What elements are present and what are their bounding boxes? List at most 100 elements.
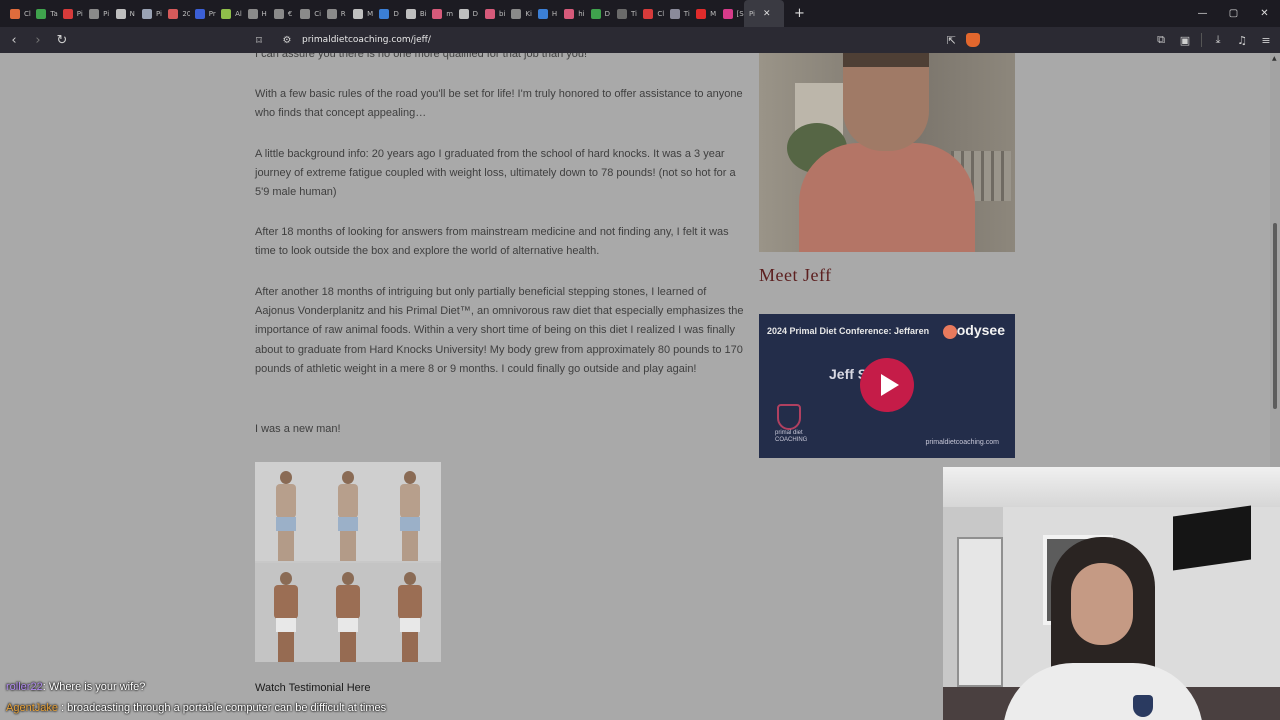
download-icon[interactable]: ⤓ xyxy=(1210,33,1226,47)
video-title[interactable]: 2024 Primal Diet Conference: Jeffaren xyxy=(767,326,929,336)
tab-label: Pi xyxy=(76,9,83,18)
tab-label: H xyxy=(261,9,267,18)
tab-favicon-icon xyxy=(10,8,20,19)
close-window-button[interactable]: ✕ xyxy=(1249,0,1280,27)
odysee-logo-icon xyxy=(943,325,957,339)
wallet-icon[interactable]: ▣ xyxy=(1177,34,1193,47)
chat-text: Where is your wife? xyxy=(48,681,146,693)
browser-tab[interactable]: 20 xyxy=(163,0,190,27)
tab-favicon-icon xyxy=(353,8,364,19)
tab-label: M xyxy=(367,9,374,18)
odysee-brand[interactable]: odysee xyxy=(957,322,1005,338)
browser-tab[interactable]: H xyxy=(533,0,559,27)
tab-favicon-icon xyxy=(62,8,73,19)
active-tab[interactable]: Pi ✕ xyxy=(743,0,784,27)
browser-tab[interactable]: Cl xyxy=(638,0,664,27)
tab-favicon-icon xyxy=(405,8,416,19)
forward-button[interactable]: › xyxy=(28,30,48,50)
tab-favicon-icon xyxy=(300,8,311,19)
media-icon[interactable]: ♫ xyxy=(1234,34,1250,47)
webcam-overlay xyxy=(943,467,1280,720)
bookmark-icon[interactable]: ⌑ xyxy=(250,34,268,47)
chat-username: AgentJake xyxy=(6,702,58,714)
primal-diet-logo-icon xyxy=(777,404,801,430)
site-info-icon[interactable]: ⚙ xyxy=(278,35,296,46)
tab-favicon-icon xyxy=(89,8,100,19)
share-icon[interactable]: ⇱ xyxy=(947,34,956,47)
tab-favicon-icon xyxy=(590,8,601,19)
article-paragraph: I can assure you there is no one more qu… xyxy=(255,53,588,60)
tab-label: Ta xyxy=(50,9,58,18)
watch-testimonial-link[interactable]: Watch Testimonial Here xyxy=(255,682,371,694)
maximize-button[interactable]: ▢ xyxy=(1218,0,1249,27)
browser-tab[interactable]: H xyxy=(243,0,269,27)
browser-tab[interactable]: N xyxy=(111,0,137,27)
browser-tab[interactable]: D xyxy=(454,0,480,27)
browser-tab[interactable]: M xyxy=(348,0,374,27)
minimize-button[interactable]: — xyxy=(1187,0,1218,27)
tab-favicon-icon xyxy=(432,8,443,19)
toolbar-divider xyxy=(1201,33,1202,47)
browser-tab[interactable]: R xyxy=(322,0,348,27)
tab-label: m xyxy=(446,9,454,18)
new-tab-button[interactable]: + xyxy=(794,6,810,21)
odysee-video-embed[interactable]: 2024 Primal Diet Conference: Jeffaren od… xyxy=(759,314,1015,458)
chat-separator: : xyxy=(57,702,68,714)
browser-tab[interactable]: Pi xyxy=(137,0,163,27)
tab-label: D xyxy=(472,9,479,18)
tab-label: Cl xyxy=(24,9,31,18)
tab-label: Cl xyxy=(657,9,665,18)
article-paragraph: After 18 months of looking for answers f… xyxy=(255,226,729,258)
tab-label: [S xyxy=(736,9,744,18)
brave-shield-icon[interactable] xyxy=(966,33,980,47)
browser-tab[interactable]: Bi xyxy=(401,0,427,27)
browser-tab[interactable]: hi xyxy=(559,0,585,27)
tab-favicon-icon xyxy=(485,8,496,19)
tab-label: Ti xyxy=(630,9,637,18)
menu-icon[interactable]: ≡ xyxy=(1258,34,1274,47)
browser-tab[interactable]: Ti xyxy=(665,0,691,27)
tab-label: Pi xyxy=(103,9,110,18)
scroll-up-icon[interactable]: ▲ xyxy=(1272,55,1278,62)
back-button[interactable]: ‹ xyxy=(4,30,24,50)
browser-tab[interactable]: [S xyxy=(718,0,744,27)
close-tab-icon[interactable]: ✕ xyxy=(763,9,771,19)
jeff-video-frame[interactable] xyxy=(759,53,1015,252)
browser-tab[interactable]: Ti xyxy=(612,0,638,27)
tab-favicon-icon xyxy=(722,8,733,19)
browser-tab[interactable]: bi xyxy=(480,0,506,27)
browser-tab[interactable]: Ci xyxy=(295,0,321,27)
extensions-icon[interactable]: ⧉ xyxy=(1153,33,1169,47)
url-bar[interactable]: ⌑ ⚙ primaldietcoaching.com/jeff/ ⇱ xyxy=(250,30,1002,50)
tab-label: Pr xyxy=(208,9,216,18)
browser-tab[interactable]: Ki xyxy=(506,0,532,27)
after-photo-row xyxy=(255,563,441,662)
browser-tab[interactable]: D xyxy=(374,0,400,27)
browser-tab[interactable]: Pr xyxy=(190,0,216,27)
tab-favicon-icon xyxy=(379,8,390,19)
tab-label: M xyxy=(710,9,717,18)
tab-label: € xyxy=(287,9,293,18)
tab-label: R xyxy=(340,9,346,18)
browser-tab[interactable]: D xyxy=(586,0,612,27)
tab-favicon-icon xyxy=(643,8,654,19)
browser-tab[interactable]: Pi xyxy=(84,0,110,27)
tab-favicon-icon xyxy=(247,8,258,19)
tab-favicon-icon xyxy=(115,8,126,19)
reload-button[interactable]: ↻ xyxy=(52,30,72,50)
tab-favicon-icon xyxy=(141,8,152,19)
browser-tab[interactable]: € xyxy=(269,0,295,27)
url-text[interactable]: primaldietcoaching.com/jeff/ xyxy=(302,35,431,45)
browser-tab[interactable]: Cl xyxy=(5,0,31,27)
browser-tab[interactable]: Al xyxy=(216,0,242,27)
tab-favicon-icon xyxy=(669,8,680,19)
toolbar-right: ⧉ ▣ ⤓ ♫ ≡ xyxy=(1153,30,1274,50)
scrollbar-thumb[interactable] xyxy=(1273,223,1277,409)
tab-label: Al xyxy=(235,9,242,18)
tab-favicon-icon xyxy=(458,8,469,19)
browser-tab[interactable]: Ta xyxy=(31,0,58,27)
browser-tab[interactable]: M xyxy=(691,0,717,27)
browser-tab[interactable]: Pi xyxy=(58,0,84,27)
browser-tab[interactable]: m xyxy=(427,0,453,27)
tab-bar: Cl Ta Pi Pi N Pi 20 Pr Al H € Ci R M D Bi m Dbi Ki Hhi D Ti Cl… xyxy=(0,0,1280,27)
